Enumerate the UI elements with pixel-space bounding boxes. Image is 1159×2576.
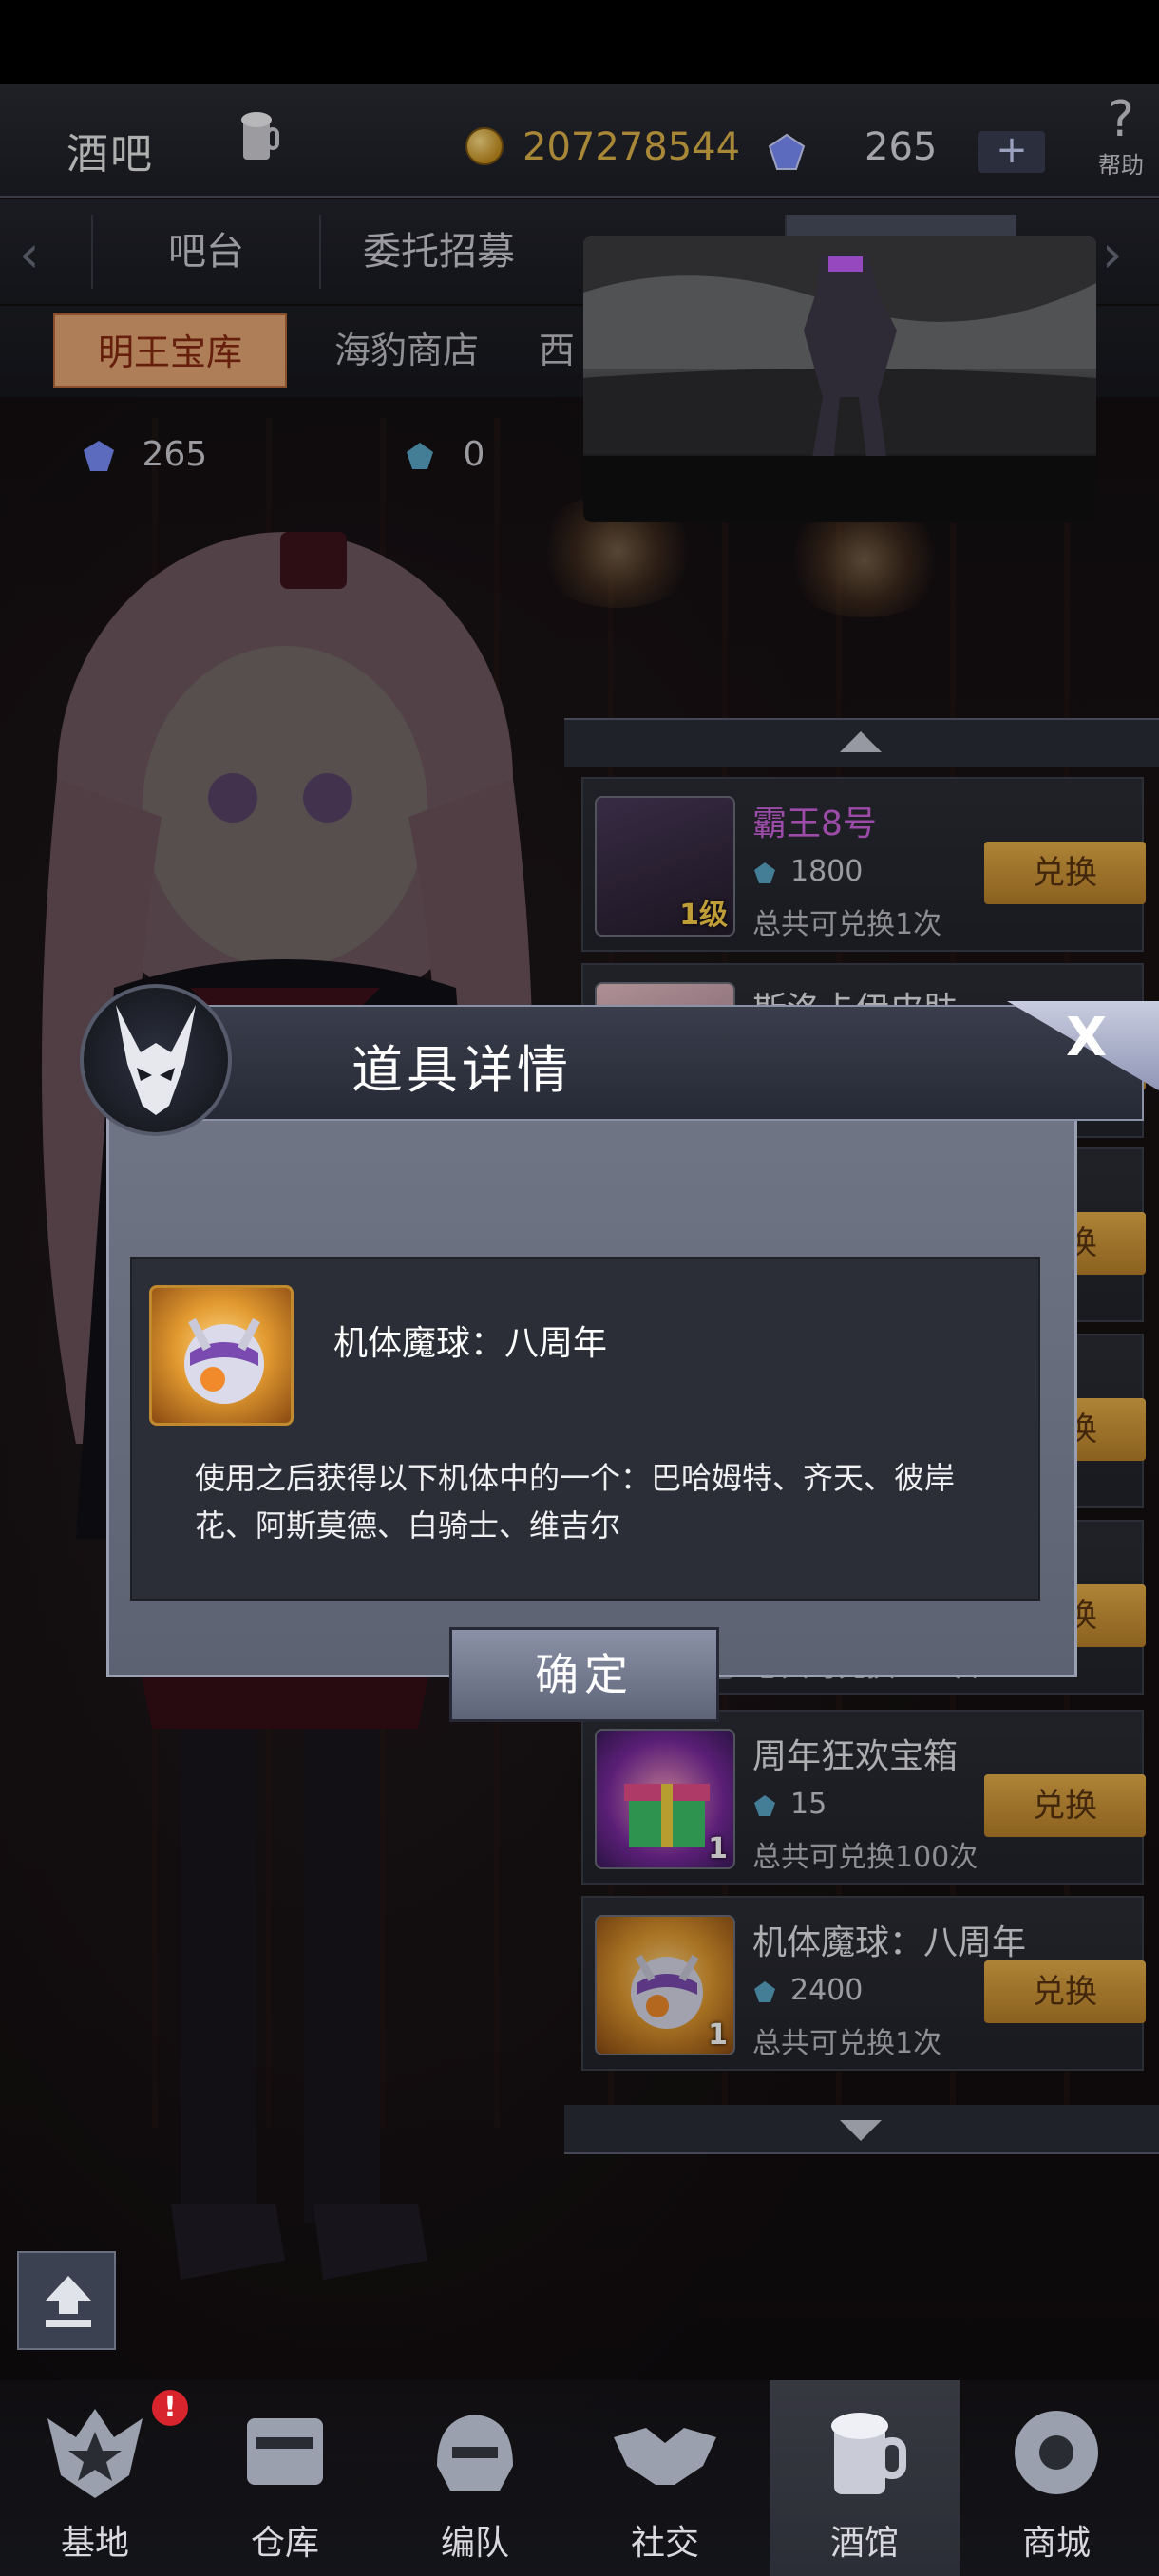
- nav-label: 社交: [630, 2524, 699, 2563]
- upload-icon: [46, 2276, 91, 2327]
- demon-mask-icon: [116, 1005, 196, 1115]
- dialog-header: 道具详情: [182, 1005, 1144, 1121]
- dialog-body: 机体魔球：八周年 使用之后获得以下机体中的一个：巴哈姆特、齐天、彼岸花、阿斯莫德…: [106, 1111, 1077, 1722]
- dialog-title: 道具详情: [352, 1040, 572, 1100]
- nav-shop[interactable]: 商城: [961, 2380, 1151, 2576]
- close-icon[interactable]: X: [1066, 1007, 1107, 1069]
- collapse-ui-button[interactable]: [17, 2251, 116, 2350]
- nav-base[interactable]: ! 基地: [0, 2380, 190, 2576]
- detail-box: 机体魔球：八周年 使用之后获得以下机体中的一个：巴哈姆特、齐天、彼岸花、阿斯莫德…: [130, 1257, 1040, 1601]
- nav-label: 基地: [60, 2524, 129, 2563]
- nav-label: 商城: [1021, 2524, 1091, 2563]
- confirm-button[interactable]: 确定: [449, 1627, 719, 1722]
- item-name: 机体魔球：八周年: [333, 1324, 608, 1363]
- capsule-icon: [1015, 2411, 1098, 2494]
- nav-social[interactable]: 社交: [570, 2380, 760, 2576]
- nav-warehouse[interactable]: 仓库: [190, 2380, 380, 2576]
- item-detail-dialog: 机体魔球：八周年 使用之后获得以下机体中的一个：巴哈姆特、齐天、彼岸花、阿斯莫德…: [80, 984, 1159, 1722]
- game-screen: 酒吧 207278544 265 + ? 帮助 ‹ 吧台 委托招募 › 明王宝库…: [0, 0, 1159, 2576]
- status-bar: [0, 0, 1159, 84]
- nav-tavern[interactable]: 酒馆: [770, 2380, 960, 2576]
- nav-label: 仓库: [250, 2524, 319, 2563]
- crate-icon: [247, 2418, 323, 2485]
- bottom-navigation: ! 基地 仓库 编队 社交 酒馆 商城: [0, 2380, 1159, 2576]
- mug-icon: [831, 2413, 906, 2494]
- handshake-icon: [614, 2428, 716, 2485]
- item-icon: [149, 1285, 294, 1426]
- nav-label: 酒馆: [829, 2524, 899, 2563]
- helmet-icon: [437, 2415, 513, 2491]
- star-badge-icon: [48, 2409, 142, 2498]
- item-description: 使用之后获得以下机体中的一个：巴哈姆特、齐天、彼岸花、阿斯莫德、白骑士、维吉尔: [195, 1460, 956, 1544]
- nav-formation[interactable]: 编队: [380, 2380, 570, 2576]
- mecha-ball-icon: [184, 1317, 264, 1404]
- nav-label: 编队: [440, 2524, 509, 2563]
- notification-badge: !: [152, 2390, 188, 2426]
- emblem-icon: [80, 984, 232, 1136]
